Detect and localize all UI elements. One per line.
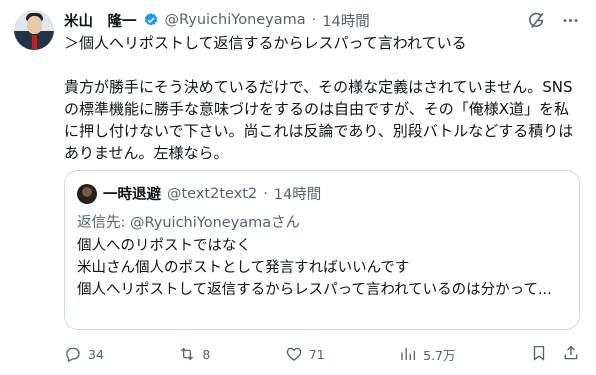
heart-icon bbox=[286, 347, 302, 361]
author-handle[interactable]: @RyuichiYoneyama bbox=[165, 12, 306, 28]
quoted-reply-context: 返信先: @RyuichiYoneyamaさん bbox=[77, 211, 300, 232]
bookmark-button[interactable] bbox=[530, 344, 548, 365]
repost-count: 8 bbox=[202, 346, 211, 362]
reply-count: 34 bbox=[88, 346, 104, 362]
reply-icon bbox=[66, 347, 80, 363]
tweet-top-actions bbox=[526, 10, 580, 30]
like-button[interactable]: 71 bbox=[285, 345, 325, 363]
quoted-tweet-text: 個人へのリポストではなく 米山さん個人のポストとして発言すればいいんです 個人へ… bbox=[77, 235, 567, 301]
share-button[interactable] bbox=[562, 344, 580, 365]
tweet-time[interactable]: 14時間 bbox=[322, 10, 369, 31]
tweet-actions: 34 8 71 5.7万 bbox=[64, 344, 580, 364]
quoted-text-truncated: 個人へリポストして返信するからレスパって言われているのは分かって... bbox=[77, 282, 552, 298]
quoted-author-name: 一時退避 bbox=[103, 187, 161, 203]
quoted-author-handle: @text2text2 bbox=[167, 185, 258, 202]
grok-icon[interactable] bbox=[526, 10, 546, 30]
author-avatar[interactable] bbox=[14, 10, 54, 50]
quoted-tweet[interactable]: 一時退避 @text2text2 · 14時間 返信先: @RyuichiYon… bbox=[64, 170, 580, 330]
verified-badge-icon[interactable] bbox=[143, 12, 159, 28]
bookmark-share-group bbox=[530, 344, 580, 365]
reply-prefix: 返信先: bbox=[77, 215, 130, 231]
quoted-tweet-time: 14時間 bbox=[273, 187, 322, 203]
quoted-tweet-header: 一時退避 @text2text2 · 14時間 bbox=[77, 183, 321, 204]
repost-icon bbox=[181, 347, 194, 361]
more-icon[interactable] bbox=[560, 10, 580, 30]
avatar-face bbox=[27, 16, 42, 34]
views-count: 5.7万 bbox=[423, 347, 456, 363]
separator-dot: · bbox=[311, 12, 317, 28]
reply-button[interactable]: 34 bbox=[64, 345, 104, 363]
reply-mention[interactable]: @RyuichiYoneyamaさん bbox=[130, 215, 300, 231]
views-icon bbox=[401, 348, 416, 360]
views-button[interactable]: 5.7万 bbox=[399, 345, 456, 364]
repost-button[interactable]: 8 bbox=[178, 345, 210, 363]
quoted-text-lines: 個人へのリポストではなく 米山さん個人のポストとして発言すればいいんです bbox=[77, 238, 410, 276]
author-name[interactable]: 米山 隆一 bbox=[64, 10, 137, 31]
share-icon bbox=[564, 345, 578, 359]
tweet-header: 米山 隆一 @RyuichiYoneyama · 14時間 bbox=[64, 10, 370, 30]
tweet-text: ＞個人へリポストして返信するからレスパって言われている 貴方が勝手にそう決めてい… bbox=[64, 34, 574, 162]
quoted-separator-dot: · bbox=[263, 185, 268, 202]
bookmark-icon bbox=[533, 345, 545, 361]
like-count: 71 bbox=[308, 346, 325, 362]
avatar-tie bbox=[32, 35, 37, 50]
quoted-author-avatar bbox=[77, 183, 97, 204]
